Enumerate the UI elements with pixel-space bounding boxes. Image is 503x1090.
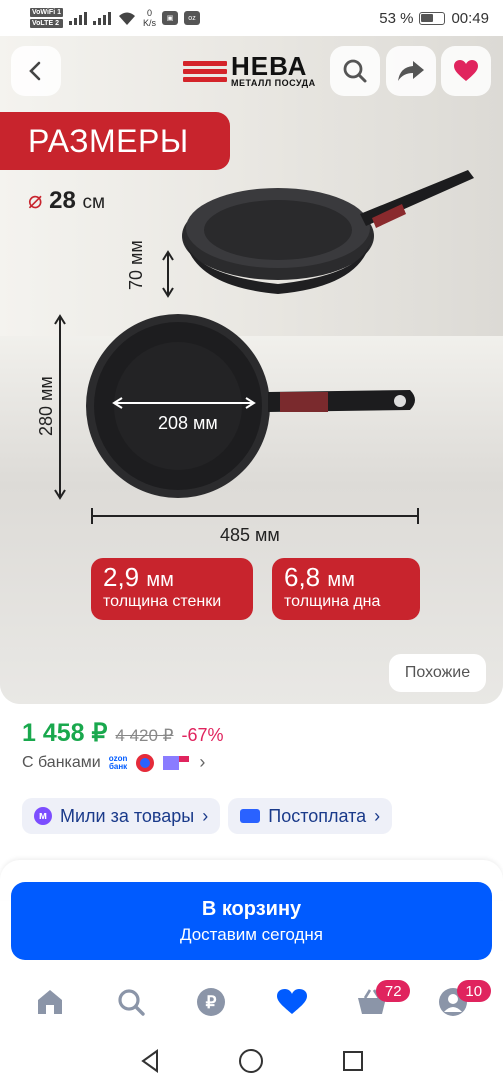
chevron-right-icon: › <box>202 805 209 826</box>
search-icon <box>343 59 367 83</box>
network-speed: 0 K/s <box>143 8 156 28</box>
speed-value: 0 <box>146 8 152 18</box>
ruble-icon: ₽ <box>197 988 226 1016</box>
brand-mark-icon <box>183 58 227 84</box>
add-to-cart-label: В корзину <box>201 897 302 920</box>
similar-button[interactable]: Похожие <box>389 654 486 692</box>
inner-diameter-label: 208 мм <box>158 413 218 433</box>
total-height-dimension-label: 280 мм <box>36 376 56 436</box>
bottom-thickness-badge: 6,8 мм толщина дна <box>272 558 420 620</box>
profile-badge: 10 <box>456 980 491 1002</box>
discount-badge: -67% <box>181 725 224 745</box>
promo-chips: м Мили за товары › Постоплата › <box>22 798 393 834</box>
postpay-label: Постоплата <box>268 805 367 826</box>
delivery-label: Доставим сегодня <box>179 924 324 944</box>
bottom-thickness-value: 6,8 <box>284 562 321 592</box>
network-tags: VoWiFi 1 VoLTE 2 <box>30 7 63 29</box>
nav-search[interactable] <box>111 982 151 1022</box>
ozon-notification-icon: oz <box>184 11 200 25</box>
back-button[interactable] <box>11 46 61 96</box>
wall-thickness-value: 2,9 <box>103 562 140 592</box>
product-image-gallery[interactable]: НЕВА МЕТАЛЛ ПОСУДА РАЗМЕРЫ ⌀ 28 см 70 мм… <box>0 36 503 704</box>
clock: 00:49 <box>451 9 489 27</box>
brand-name: НЕВА <box>231 51 308 81</box>
battery-icon <box>419 11 446 25</box>
wifi-icon <box>118 12 135 25</box>
volte-tag: VoLTE 2 <box>30 19 63 28</box>
bottom-navigation: ₽ 72 10 <box>0 972 503 1032</box>
battery-percent: 53 % <box>379 9 414 27</box>
miles-icon: м <box>34 807 52 825</box>
wall-thickness-unit: мм <box>146 569 174 591</box>
ozon-bank-line2: банк <box>108 761 128 771</box>
old-price: 4 420 ₽ <box>115 726 174 745</box>
wall-thickness-badge: 2,9 мм толщина стенки <box>91 558 253 620</box>
length-dimension-label: 485 мм <box>220 525 280 545</box>
nav-finance[interactable]: ₽ <box>191 982 231 1022</box>
back-triangle-icon[interactable] <box>139 1049 161 1073</box>
nav-favorites[interactable] <box>272 982 312 1022</box>
bottom-thickness-caption: толщина дна <box>284 593 381 610</box>
share-button[interactable] <box>386 46 436 96</box>
bank-logo-icon <box>136 753 155 772</box>
signal-icon-2 <box>92 11 111 25</box>
search-button[interactable] <box>330 46 380 96</box>
height-dimension-label: 70 мм <box>126 240 146 290</box>
nav-profile[interactable]: 10 <box>433 980 491 1022</box>
bottom-thickness-unit: мм <box>327 569 355 591</box>
pan-illustration <box>54 170 474 524</box>
chevron-right-icon: › <box>374 805 381 826</box>
app-notification-icon: ▣ <box>162 11 178 25</box>
miles-label: Мили за товары <box>60 805 195 826</box>
home-circle-icon[interactable] <box>238 1048 264 1074</box>
wall-thickness-caption: толщина стенки <box>103 593 222 610</box>
cart-badge: 72 <box>376 980 411 1002</box>
search-icon <box>118 989 145 1016</box>
postpay-chip[interactable]: Постоплата › <box>228 798 393 834</box>
speed-unit: K/s <box>142 18 156 28</box>
banks-row[interactable]: С банками ozon банк › <box>22 752 205 773</box>
postpay-icon <box>240 809 261 823</box>
heart-icon <box>454 60 478 81</box>
add-to-cart-button[interactable]: В корзину Доставим сегодня <box>11 882 492 960</box>
share-arrow-icon <box>398 61 424 81</box>
favorite-button[interactable] <box>441 46 491 96</box>
status-bar: VoWiFi 1 VoLTE 2 0 K/s ▣ oz 53 % 00:49 <box>0 0 503 36</box>
nav-cart[interactable]: 72 <box>352 980 411 1022</box>
price-row: 1 458 ₽ 4 420 ₽ -67% <box>22 718 224 748</box>
system-navigation <box>0 1032 503 1090</box>
svg-text:₽: ₽ <box>206 993 217 1012</box>
chevron-right-icon: › <box>199 752 206 772</box>
bank-card-icon <box>163 755 190 770</box>
home-icon <box>38 990 63 1014</box>
nav-home[interactable] <box>30 982 70 1022</box>
recents-square-icon[interactable] <box>342 1050 364 1072</box>
brand-subtitle: МЕТАЛЛ ПОСУДА <box>231 78 316 88</box>
heart-icon <box>276 989 307 1014</box>
banks-label: С банками <box>22 753 101 771</box>
signal-icon-1 <box>68 11 87 25</box>
miles-chip[interactable]: м Мили за товары › <box>22 798 221 834</box>
ozon-bank-logo: ozon банк <box>108 754 128 771</box>
brand-logo: НЕВА МЕТАЛЛ ПОСУДА <box>183 51 316 88</box>
vowifi-tag: VoWiFi 1 <box>30 8 63 17</box>
current-price: 1 458 ₽ <box>22 719 108 747</box>
chevron-left-icon <box>29 61 41 81</box>
